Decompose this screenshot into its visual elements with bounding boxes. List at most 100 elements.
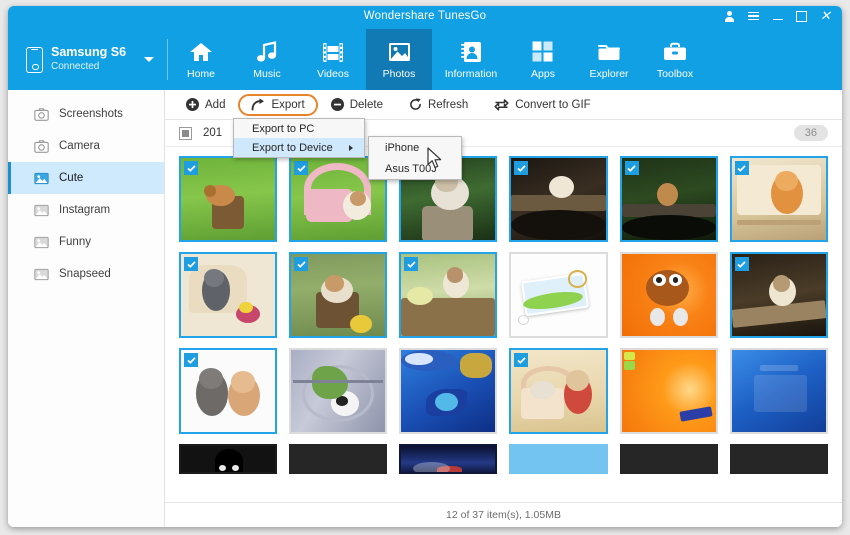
apps-icon	[532, 39, 554, 65]
sidebar-item-label: Cute	[59, 172, 84, 184]
tab-information-label: Information	[444, 68, 498, 80]
sidebar-item-label: Screenshots	[59, 108, 123, 120]
sidebar-item-instagram[interactable]: Instagram	[8, 194, 164, 226]
tab-explorer[interactable]: Explorer	[576, 29, 642, 90]
sidebar-item-label: Snapseed	[59, 268, 111, 280]
chevron-down-icon	[144, 57, 155, 62]
export-button[interactable]: Export	[238, 93, 318, 116]
sidebar: Screenshots Camera Cute Instagram Funny …	[8, 90, 165, 527]
group-select-checkbox[interactable]	[179, 126, 192, 140]
tab-information[interactable]: Information	[432, 29, 510, 90]
grid-item-windows-xp-soccer-wallpaper[interactable]	[289, 348, 388, 434]
tab-home[interactable]: Home	[168, 29, 234, 90]
selection-checkbox[interactable]	[184, 161, 198, 175]
selection-checkbox[interactable]	[514, 353, 529, 367]
menu-item-export-to-pc[interactable]: Export to PC	[234, 119, 364, 138]
album-icon	[34, 172, 49, 184]
sidebar-item-label: Funny	[59, 236, 91, 248]
app-header: Wondershare TunesGo ✕ Samsung S6 Connect…	[8, 6, 842, 90]
grid-item-blue-butterfly-wallpaper[interactable]	[399, 348, 498, 434]
grid-item-puppy-on-dark-bridge[interactable]	[509, 156, 608, 242]
close-button[interactable]: ✕	[819, 9, 832, 23]
photo-grid	[165, 147, 842, 502]
grid-item-dark-wallpaper-c[interactable]	[619, 444, 718, 474]
sidebar-item-funny[interactable]: Funny	[8, 226, 164, 258]
account-icon[interactable]	[723, 9, 736, 23]
selection-checkbox[interactable]	[294, 257, 309, 271]
grid-item-windows-keycard-wallpaper[interactable]	[509, 252, 608, 338]
phone-icon	[26, 46, 43, 73]
grid-item-puppy-on-dark-log[interactable]	[619, 156, 718, 242]
status-bar: 12 of 37 item(s), 1.05MB	[165, 502, 842, 527]
export-device-submenu: iPhone Asus T00J	[368, 136, 462, 180]
grid-item-windows-xp-blue-wallpaper[interactable]	[729, 348, 828, 434]
selection-checkbox[interactable]	[514, 161, 529, 175]
plus-circle-icon	[186, 98, 199, 111]
submenu-item-label: Asus T00J	[385, 162, 437, 175]
chevron-right-icon	[349, 144, 353, 151]
selection-checkbox[interactable]	[734, 257, 749, 271]
grid-item-grey-cat-on-wicker-chair[interactable]	[179, 252, 278, 338]
menu-item-export-to-device[interactable]: Export to Device	[234, 138, 364, 157]
add-button[interactable]: Add	[173, 94, 238, 116]
tab-photos[interactable]: Photos	[366, 29, 432, 90]
folder-icon	[597, 39, 621, 65]
group-count-badge: 36	[793, 125, 828, 141]
menu-icon[interactable]	[747, 9, 760, 23]
convert-to-gif-button[interactable]: Convert to GIF	[481, 94, 603, 116]
grid-item-kitten-on-wooden-beam[interactable]	[729, 252, 828, 338]
tab-videos[interactable]: Videos	[300, 29, 366, 90]
grid-item-night-sky-wallpaper[interactable]	[399, 444, 498, 474]
device-selector[interactable]: Samsung S6 Connected	[8, 29, 168, 90]
grid-item-mm-character-wallpaper[interactable]	[619, 252, 718, 338]
application-window: Wondershare TunesGo ✕ Samsung S6 Connect…	[8, 6, 842, 527]
status-bar-text: 12 of 37 item(s), 1.05MB	[446, 509, 561, 521]
sidebar-item-label: Instagram	[59, 204, 111, 216]
submenu-item-label: iPhone	[385, 141, 420, 154]
delete-button[interactable]: Delete	[318, 94, 396, 116]
grid-item-puppy-in-bucket-on-grass[interactable]	[179, 156, 278, 242]
submenu-item-iphone[interactable]: iPhone	[369, 137, 461, 158]
grid-item-orange-winxp-wallpaper[interactable]	[619, 348, 718, 434]
menu-item-label: Export to PC	[252, 122, 315, 135]
tab-music[interactable]: Music	[234, 29, 300, 90]
selection-checkbox[interactable]	[404, 257, 419, 271]
grid-item-puppy-in-wooden-barrel[interactable]	[289, 252, 388, 338]
grid-item-dark-wallpaper-b[interactable]	[289, 444, 388, 474]
refresh-icon	[410, 98, 421, 110]
sidebar-item-cute[interactable]: Cute	[8, 162, 164, 194]
submenu-item-asus-t00j[interactable]: Asus T00J	[369, 158, 461, 179]
tab-home-label: Home	[186, 68, 215, 80]
selection-checkbox[interactable]	[294, 161, 309, 175]
convert-gif-icon	[494, 99, 509, 111]
grid-item-two-kittens-portrait[interactable]	[179, 348, 278, 434]
sidebar-item-camera[interactable]: Camera	[8, 130, 164, 162]
minimize-button[interactable]	[771, 9, 784, 23]
tab-apps[interactable]: Apps	[510, 29, 576, 90]
selection-checkbox[interactable]	[184, 353, 198, 367]
window-controls: ✕	[723, 9, 832, 23]
selection-checkbox[interactable]	[734, 161, 749, 175]
album-icon	[34, 268, 49, 280]
sidebar-item-screenshots[interactable]: Screenshots	[8, 98, 164, 130]
grid-item-kitten-in-planter-box[interactable]	[399, 252, 498, 338]
refresh-button[interactable]: Refresh	[396, 94, 481, 116]
tab-apps-label: Apps	[531, 68, 555, 80]
grid-item-orange-kitten-on-wicker-chair[interactable]	[729, 156, 828, 242]
grid-item-light-blue-wallpaper[interactable]	[509, 444, 608, 474]
camera-icon	[34, 107, 49, 121]
selection-checkbox[interactable]	[184, 257, 198, 271]
delete-button-label: Delete	[349, 98, 383, 111]
convert-to-gif-label: Convert to GIF	[515, 98, 591, 111]
photo-icon	[388, 39, 411, 65]
tab-toolbox[interactable]: Toolbox	[642, 29, 708, 90]
grid-item-dark-wallpaper-a[interactable]	[179, 444, 278, 474]
grid-item-dark-wallpaper-d[interactable]	[729, 444, 828, 474]
tab-videos-label: Videos	[317, 68, 349, 80]
grid-item-kittens-in-basket[interactable]	[509, 348, 608, 434]
maximize-button[interactable]	[795, 9, 808, 23]
selection-checkbox[interactable]	[624, 161, 639, 175]
device-name: Samsung S6	[51, 45, 127, 60]
tab-music-label: Music	[253, 68, 281, 80]
sidebar-item-snapseed[interactable]: Snapseed	[8, 258, 164, 290]
